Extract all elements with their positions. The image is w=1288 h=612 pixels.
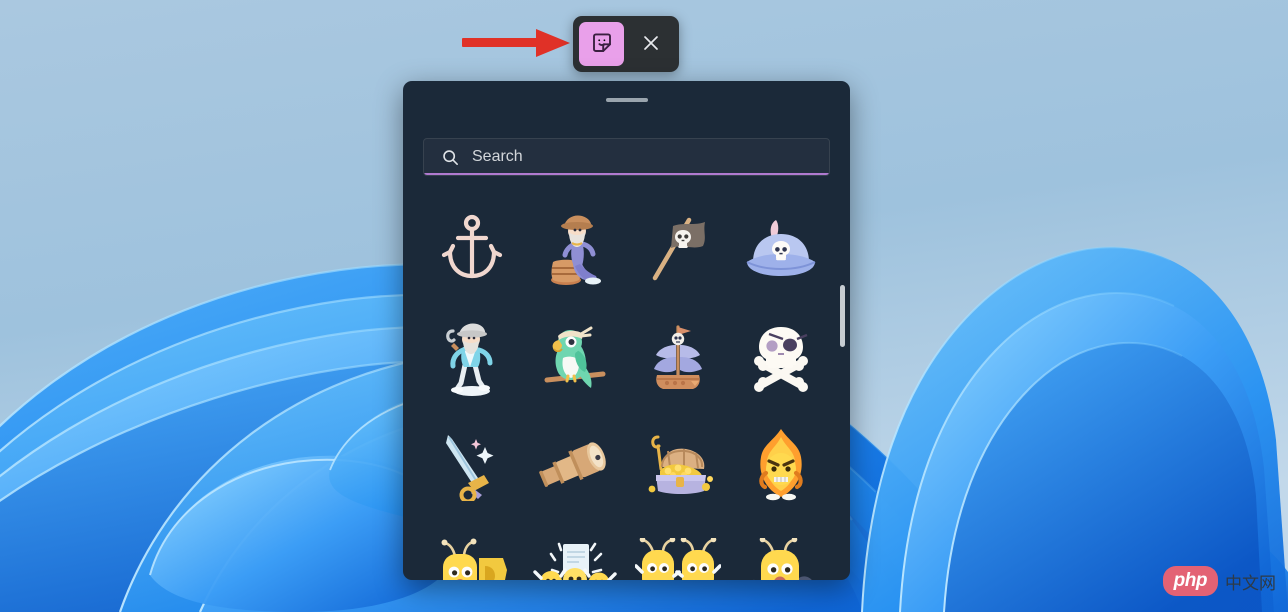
sticker-fire-emoji[interactable] [733,415,829,515]
search-icon [441,148,460,167]
sticker-pirate[interactable] [527,199,623,299]
sticker-pirate-hat[interactable] [733,199,829,299]
sticker-sword[interactable] [424,415,520,515]
sticker-parrot[interactable] [527,307,623,407]
sticker-bee-group[interactable] [527,523,623,580]
floating-sticker-toolbar [573,16,679,72]
sticker-treasure[interactable] [630,415,726,515]
search-box[interactable] [423,138,830,176]
close-icon [641,33,661,56]
sticker-pirate-ship[interactable] [630,307,726,407]
desktop-screen: php 中文网 [0,0,1288,612]
scrollbar-thumb[interactable] [840,285,845,348]
close-button[interactable] [628,22,673,66]
red-pointer-arrow [462,24,574,69]
sticker-button[interactable] [579,22,624,66]
sticker-skull-bones[interactable] [733,307,829,407]
sticker-pirate-hook[interactable] [424,307,520,407]
watermark-badge: php [1162,566,1218,596]
sticker-scrollbar[interactable] [840,211,845,580]
sticker-spyglass[interactable] [527,415,623,515]
sticker-grid [421,195,832,580]
sticker-icon [590,31,614,58]
watermark-text: 中文网 [1225,573,1276,594]
search-input[interactable] [472,139,829,175]
sticker-pirate-flag[interactable] [630,199,726,299]
sticker-bee-scared[interactable] [733,523,829,580]
sticker-anchor[interactable] [424,199,520,299]
sticker-picker-panel [403,81,850,580]
watermark: php 中文网 [1162,566,1276,596]
sticker-bee-pair[interactable] [630,523,726,580]
panel-drag-handle[interactable] [605,98,648,102]
sticker-bee-shield[interactable] [424,523,520,580]
